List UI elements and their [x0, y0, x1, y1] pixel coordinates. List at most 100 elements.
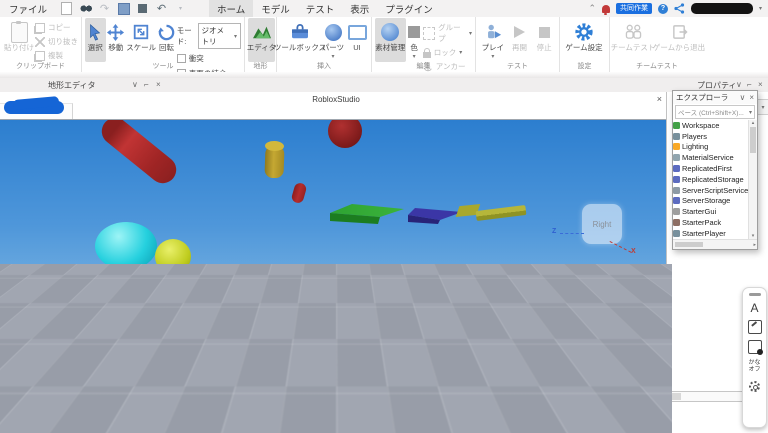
collaborate-button[interactable]: 共同作業 — [616, 3, 652, 14]
explorer-chevron-icon[interactable]: ∨ — [739, 93, 745, 102]
color-button[interactable]: 色 ▾ — [406, 18, 423, 62]
open-icon[interactable] — [79, 2, 92, 15]
explorer-item-icon — [673, 187, 680, 194]
menu-tab-ホーム[interactable]: ホーム — [209, 0, 253, 17]
explorer-item-ReplicatedStorage[interactable]: ReplicatedStorage — [673, 174, 749, 185]
cut-button[interactable]: 切り抜き — [35, 36, 78, 47]
lock-button[interactable]: ロック▾ — [423, 47, 472, 58]
menu-tab-表示[interactable]: 表示 — [342, 0, 377, 17]
explorer-search-input[interactable]: ペース (Ctrl+Shift+X)... ▾ — [675, 105, 755, 119]
stop-icon[interactable] — [136, 2, 149, 15]
notifications-bell-icon[interactable] — [602, 5, 610, 13]
ime-input-mode-button[interactable]: A — [750, 302, 758, 314]
collapse-ribbon-icon[interactable]: ⌃ — [588, 3, 596, 14]
explorer-item-ReplicatedFirst[interactable]: ReplicatedFirst — [673, 163, 749, 174]
group-edit: 素材管理 色 ▾ グループ▾ ロック▾ アンカー 編集 — [372, 17, 476, 72]
menu-tab-テスト[interactable]: テスト — [298, 0, 343, 17]
explorer-item-icon — [673, 133, 680, 140]
part-button[interactable]: パーツ ▾ — [320, 18, 346, 62]
stop-button[interactable]: 停止 — [532, 18, 556, 62]
share-icon[interactable] — [674, 3, 685, 14]
save-icon[interactable] — [117, 2, 130, 15]
ime-drag-handle-icon[interactable] — [749, 293, 761, 296]
part-dark-navy-sphere[interactable] — [244, 272, 271, 298]
material-sphere-icon — [381, 23, 399, 41]
resume-button[interactable]: 再開 — [507, 18, 533, 62]
group-button[interactable]: グループ▾ — [423, 22, 472, 44]
explorer-item-MaterialService[interactable]: MaterialService — [673, 152, 749, 163]
ime-dictionary-icon[interactable] — [748, 340, 762, 354]
toolbox-button[interactable]: ツールボックス — [280, 18, 320, 62]
menu-tab-モデル[interactable]: モデル — [253, 0, 298, 17]
terrain-editor-panel-tab[interactable]: 地形エディタ — [48, 80, 95, 91]
explorer-item-Workspace[interactable]: Workspace — [673, 120, 749, 131]
part-olive-bar[interactable] — [476, 205, 527, 221]
explorer-item-StarterPack[interactable]: StarterPack — [673, 217, 749, 228]
viewport-3d[interactable]: Right Z X — [0, 119, 672, 433]
ribbon: 貼り付け コピー 切り抜き 複製 クリップボード 選択 移動 スケール 回転 モ… — [0, 17, 768, 72]
move-tool-button[interactable]: 移動 — [106, 18, 127, 62]
menu-tab-プラグイン[interactable]: プラグイン — [377, 0, 441, 17]
file-menu[interactable]: ファイル — [0, 0, 56, 17]
view-selector-cube[interactable]: Right — [582, 204, 622, 244]
ui-button[interactable]: UI — [346, 18, 368, 62]
part-yellowgreen-sphere[interactable] — [155, 239, 191, 274]
duplicate-button[interactable]: 複製 — [35, 50, 78, 61]
terrain-panel-float-icon[interactable]: ⌐ — [144, 80, 149, 89]
z-axis-line — [560, 233, 584, 234]
terrain-panel-chevron-icon[interactable]: ∨ — [132, 80, 138, 89]
help-icon[interactable]: ? — [658, 4, 668, 14]
part-brown-sphere[interactable] — [192, 266, 219, 292]
scrollbar-thumb[interactable] — [672, 393, 681, 400]
explorer-item-StarterPlayer[interactable]: StarterPlayer — [673, 228, 749, 239]
explorer-item-ServerScriptService[interactable]: ServerScriptService — [673, 185, 749, 196]
part-red-cylinder[interactable] — [96, 119, 181, 189]
properties-panel-chevron-icon[interactable]: ∨ — [736, 80, 742, 89]
part-white-sphere[interactable] — [263, 313, 290, 340]
terrain-editor-button[interactable]: エディタ — [248, 18, 275, 62]
scrollbar-thumb[interactable] — [750, 127, 756, 153]
account-caret-icon[interactable]: ▾ — [759, 5, 762, 12]
document-close-icon[interactable]: × — [657, 94, 662, 104]
part-dark-red-sphere[interactable] — [328, 119, 362, 148]
select-tool-button[interactable]: 選択 — [85, 18, 106, 62]
explorer-horizontal-scrollbar[interactable]: ▸ — [673, 239, 757, 249]
material-manager-button[interactable]: 素材管理 — [375, 18, 406, 62]
explorer-item-icon — [673, 122, 680, 129]
explorer-item-ServerStorage[interactable]: ServerStorage — [673, 196, 749, 207]
mode-select[interactable]: ジオメトリ▾ — [198, 23, 241, 49]
properties-panel-float-icon[interactable]: ⌐ — [747, 80, 752, 89]
ime-settings-gear-icon[interactable] — [749, 381, 760, 392]
username-redacted[interactable] — [691, 3, 753, 14]
terrain-panel-close-icon[interactable]: × — [156, 80, 161, 89]
rotate-tool-button[interactable]: 回転 — [156, 18, 177, 62]
game-settings-button[interactable]: ゲーム設定 — [563, 18, 605, 62]
part-cyan-ellipsoid[interactable] — [95, 222, 157, 270]
paste-button[interactable]: 貼り付け — [3, 18, 35, 62]
leave-game-button[interactable]: ゲームから退出 — [653, 18, 705, 62]
redo-icon[interactable]: ↷ — [98, 2, 111, 15]
explorer-vertical-scrollbar[interactable]: ▴ ▾ — [748, 120, 757, 239]
ribbon-tabs: ホームモデルテスト表示プラグイン — [209, 0, 441, 17]
copy-button[interactable]: コピー — [35, 22, 78, 33]
quick-access-caret-icon[interactable]: ▾ — [174, 2, 187, 15]
new-document-icon[interactable] — [60, 2, 73, 15]
explorer-item-Players[interactable]: Players — [673, 131, 749, 142]
explorer-filter-caret-icon[interactable]: ▾ — [749, 109, 752, 116]
explorer-item-icon — [673, 219, 680, 226]
team-test-button[interactable]: チームテスト — [613, 18, 653, 62]
ime-kana-toggle[interactable]: かなオフ — [748, 360, 760, 375]
explorer-item-Lighting[interactable]: Lighting — [673, 142, 749, 153]
rotate-icon — [157, 23, 176, 42]
part-small-red-cylinder[interactable] — [290, 182, 307, 205]
explorer-item-StarterGui[interactable]: StarterGui — [673, 206, 749, 217]
play-button[interactable]: プレイ ▾ — [479, 18, 507, 62]
properties-panel-close-icon[interactable]: × — [758, 80, 763, 89]
undo-icon[interactable]: ↶ — [155, 2, 168, 15]
ui-icon — [348, 25, 367, 40]
scale-tool-button[interactable]: スケール — [126, 18, 156, 62]
ime-pad-icon[interactable] — [748, 320, 762, 334]
part-olive-cylinder-cap[interactable] — [265, 141, 284, 152]
scrollbar-thumb[interactable] — [675, 242, 703, 247]
explorer-close-icon[interactable]: × — [749, 93, 754, 102]
